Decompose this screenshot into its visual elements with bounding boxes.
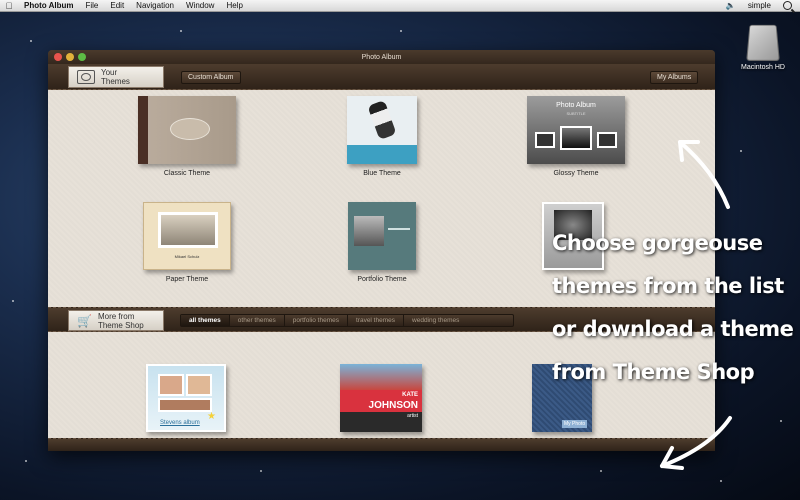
- photo-stack-icon: [77, 70, 95, 84]
- bottom-bar: [48, 438, 715, 451]
- promo-caption: Choose gorgeouse themes from the list or…: [552, 222, 797, 394]
- title-bar[interactable]: Photo Album: [48, 50, 715, 64]
- theme-caption: Classic Theme: [163, 170, 211, 177]
- promo-line-2: themes from the list: [552, 274, 784, 298]
- filter-other-themes[interactable]: other themes: [230, 315, 285, 326]
- hard-disk-label: Macintosh HD: [741, 64, 785, 71]
- menu-bar:  Photo Album File Edit Navigation Windo…: [0, 0, 800, 12]
- blue-theme-cover: [347, 96, 417, 164]
- portfolio-theme-cover: [348, 202, 416, 270]
- kate-cover-role: artist: [407, 413, 418, 419]
- menu-file[interactable]: File: [79, 1, 104, 10]
- toolbar: Your Themes Custom Album My Albums: [48, 64, 715, 90]
- filter-portfolio-themes[interactable]: portfolio themes: [285, 315, 348, 326]
- glossy-theme-cover: Photo Album SUBTITLE: [527, 96, 625, 164]
- arrow-down-icon: [660, 416, 732, 470]
- minimize-button[interactable]: [66, 53, 74, 61]
- arrow-up-icon: [678, 140, 730, 209]
- user-name[interactable]: simple: [748, 1, 771, 10]
- theme-shop-line2: Theme Shop: [97, 320, 144, 330]
- glossy-cover-subtitle: SUBTITLE: [566, 111, 586, 116]
- theme-classic[interactable]: Classic Theme: [138, 96, 236, 177]
- cart-icon: 🛒: [77, 313, 92, 328]
- custom-album-button[interactable]: Custom Album: [181, 71, 241, 84]
- classic-theme-cover: [138, 96, 236, 164]
- apple-logo-icon[interactable]: : [0, 1, 18, 11]
- menu-edit[interactable]: Edit: [104, 1, 130, 10]
- search-icon[interactable]: [783, 1, 792, 10]
- kate-cover-first: KATE: [402, 392, 418, 398]
- kate-cover-last: JOHNSON: [368, 400, 418, 411]
- your-themes-line2: Themes: [101, 77, 130, 86]
- zoom-button[interactable]: [78, 53, 86, 61]
- star-icon: ★: [207, 411, 216, 422]
- glossy-cover-title: Photo Album: [556, 102, 596, 109]
- shop-item-kate-johnson[interactable]: KATE JOHNSON artist: [340, 364, 422, 432]
- speaker-icon[interactable]: 🔈: [726, 1, 736, 10]
- stevens-album-title: Stevens album: [160, 420, 200, 426]
- theme-shop-tab[interactable]: 🛒 More from Theme Shop: [68, 310, 164, 331]
- your-themes-line1: Your: [101, 68, 118, 77]
- my-photo-tag: My Photo: [562, 420, 588, 428]
- menu-app-photo-album[interactable]: Photo Album: [18, 1, 79, 10]
- theme-filter-bar: all themes other themes portfolio themes…: [180, 314, 514, 327]
- filter-travel-themes[interactable]: travel themes: [348, 315, 405, 326]
- close-button[interactable]: [54, 53, 62, 61]
- theme-portfolio[interactable]: Portfolio Theme: [348, 202, 416, 283]
- theme-caption: Paper Theme: [165, 276, 209, 283]
- paper-theme-cover: Mikael Schulz: [143, 202, 231, 270]
- theme-blue[interactable]: Blue Theme: [347, 96, 417, 177]
- menu-help[interactable]: Help: [220, 1, 248, 10]
- paper-cover-name: Mikael Schulz: [174, 254, 200, 259]
- filter-wedding-themes[interactable]: wedding themes: [404, 315, 467, 326]
- my-albums-button[interactable]: My Albums: [650, 71, 699, 84]
- promo-line-1: Choose gorgeouse: [552, 231, 763, 255]
- menu-navigation[interactable]: Navigation: [130, 1, 180, 10]
- kate-johnson-cover: KATE JOHNSON artist: [340, 364, 422, 432]
- menu-window[interactable]: Window: [180, 1, 220, 10]
- theme-caption: Blue Theme: [363, 170, 401, 177]
- theme-shop-line1: More from: [97, 311, 135, 321]
- filter-all-themes[interactable]: all themes: [181, 315, 230, 326]
- promo-line-3: or download a theme: [552, 317, 794, 341]
- your-themes-tab[interactable]: Your Themes: [68, 66, 164, 88]
- desktop-hard-disk[interactable]: Macintosh HD: [734, 22, 792, 71]
- stevens-album-cover: Stevens album ★: [146, 364, 226, 432]
- shop-item-stevens-album[interactable]: Stevens album ★: [146, 364, 226, 432]
- theme-glossy[interactable]: Photo Album SUBTITLE Glossy Theme: [527, 96, 625, 177]
- hard-disk-icon: [746, 24, 780, 62]
- window-title: Photo Album: [361, 53, 402, 61]
- theme-caption: Glossy Theme: [553, 170, 599, 177]
- theme-paper[interactable]: Mikael Schulz Paper Theme: [143, 202, 231, 283]
- theme-caption: Portfolio Theme: [357, 276, 407, 283]
- promo-line-4: from Theme Shop: [552, 360, 755, 384]
